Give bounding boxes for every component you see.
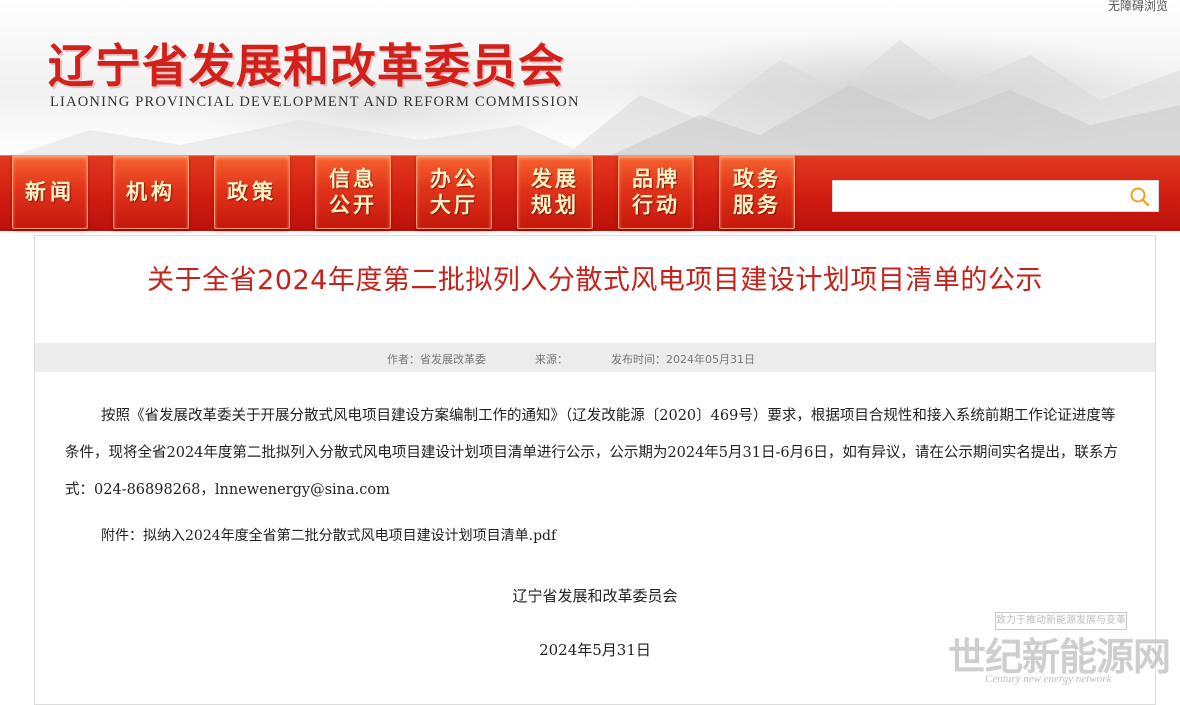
nav-label: 政务服务 bbox=[733, 166, 781, 217]
article-body: 按照《省发展改革委关于开展分散式风电项目建设方案编制工作的通知》（辽发改能源〔2… bbox=[65, 408, 1118, 498]
attachment-link[interactable]: 拟纳入2024年度全省第二批分散式风电项目建设计划项目清单.pdf bbox=[143, 528, 556, 544]
search-box bbox=[832, 180, 1159, 212]
site-header: 无障碍浏览 辽宁省发展和改革委员会 LIAONING PROVINCIAL DE… bbox=[0, 0, 1180, 160]
attachment-label: 附件： bbox=[101, 528, 143, 544]
meta-source: 来源： bbox=[535, 353, 568, 366]
nav-item-government-services[interactable]: 政务服务 bbox=[719, 155, 795, 229]
article-meta-bar: 作者：省发展改革委 来源： 发布时间：2024年05月31日 bbox=[35, 343, 1155, 372]
nav-item-service-hall[interactable]: 办公大厅 bbox=[416, 155, 492, 229]
nav-label: 品牌行动 bbox=[632, 166, 680, 217]
nav-item-policy[interactable]: 政策 bbox=[214, 155, 290, 229]
nav-label: 新闻 bbox=[25, 179, 75, 204]
nav-label: 办公大厅 bbox=[430, 166, 478, 217]
site-title[interactable]: 辽宁省发展和改革委员会 bbox=[48, 30, 565, 96]
nav-item-brand-action[interactable]: 品牌行动 bbox=[618, 155, 694, 229]
search-input[interactable] bbox=[833, 181, 1118, 211]
article-signature: 辽宁省发展和改革委员会 bbox=[512, 587, 678, 605]
nav-item-development-planning[interactable]: 发展规划 bbox=[517, 155, 593, 229]
attachment-line: 附件：拟纳入2024年度全省第二批分散式风电项目建设计划项目清单.pdf bbox=[101, 525, 556, 545]
nav-item-info-disclosure[interactable]: 信息公开 bbox=[315, 155, 391, 229]
nav-item-institutions[interactable]: 机构 bbox=[113, 155, 189, 229]
article-title: 关于全省2024年度第二批拟列入分散式风电项目建设计划项目清单的公示 bbox=[147, 265, 1043, 296]
site-subtitle: LIAONING PROVINCIAL DEVELOPMENT AND REFO… bbox=[50, 94, 580, 110]
search-icon bbox=[1130, 187, 1150, 207]
meta-publish-time: 发布时间：2024年05月31日 bbox=[611, 353, 755, 366]
nav-label: 政策 bbox=[227, 179, 277, 204]
meta-author: 作者：省发展改革委 bbox=[387, 353, 486, 366]
search-button[interactable] bbox=[1128, 185, 1152, 209]
nav-label: 发展规划 bbox=[531, 166, 579, 217]
nav-label: 机构 bbox=[126, 179, 176, 204]
accessibility-link[interactable]: 无障碍浏览 bbox=[1108, 0, 1168, 14]
watermark-logo-en: Century new energy network bbox=[985, 673, 1112, 685]
nav-item-news[interactable]: 新闻 bbox=[12, 155, 88, 229]
nav-label: 信息公开 bbox=[329, 166, 377, 217]
